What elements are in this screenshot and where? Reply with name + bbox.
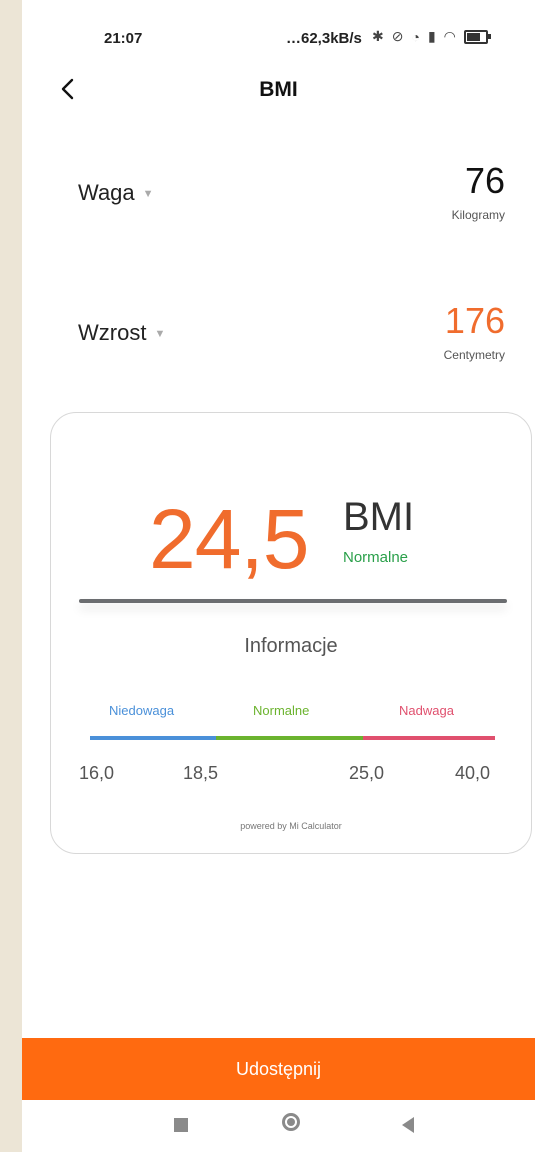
page-title: BMI [259,78,298,101]
scale-segment-overweight [363,736,495,740]
category-underweight: Niedowaga [109,703,175,718]
share-button[interactable]: Udostępnij [22,1038,535,1100]
divider [79,599,507,603]
weight-unit: Kilogramy [451,208,505,222]
network-rate: …62,3kB/s [286,30,362,47]
bmi-scale-bar [90,736,495,740]
home-circle-icon[interactable] [282,1113,300,1131]
status-time: 21:07 [104,30,143,47]
height-row[interactable]: Wzrost ▼ 176 Centymetry [22,292,535,372]
bmi-unit: BMI [343,495,415,539]
height-unit: Centymetry [443,348,505,362]
signal-icon: ▮ [427,28,436,44]
scale-tick: 25,0 [349,763,385,783]
info-title: Informacje [244,635,338,657]
alarm-icon: ◔ [411,28,420,45]
scale-tick: 40,0 [455,763,491,783]
scale-tick: 18,5 [183,763,219,783]
dropdown-caret-icon: ▼ [154,328,166,341]
scale-segment-normal [216,736,363,740]
powered-by: powered by Mi Calculator [240,821,342,831]
recents-square-icon[interactable] [174,1118,188,1132]
weight-value[interactable]: 76 [465,160,505,202]
bmi-result-card: 24,5 BMI Normalne Informacje Niedowaga N… [50,412,532,854]
weight-selector[interactable]: Waga ▼ [78,180,154,206]
weight-label: Waga [78,180,135,205]
bmi-status: Normalne [343,549,409,566]
top-bar: BMI [22,70,535,110]
weight-row[interactable]: Waga ▼ 76 Kilogramy [22,152,535,232]
category-overweight: Nadwaga [399,703,454,718]
category-normal: Normalne [253,703,310,718]
system-nav-bar [22,1100,535,1152]
height-selector[interactable]: Wzrost ▼ [78,320,165,346]
bmi-screen: 21:07 …62,3kB/s ✱ ⊘ ◔ ▮ ◠ BMI Waga ▼ 76 K… [22,0,535,1152]
bluetooth-icon: ✱ [372,28,384,44]
wifi-icon: ◠ [443,28,456,44]
scale-segment-underweight [90,736,216,740]
back-triangle-icon[interactable] [402,1117,414,1133]
mute-icon: ⊘ [391,28,404,44]
dropdown-caret-icon: ▼ [142,188,154,201]
height-value[interactable]: 176 [445,300,505,342]
scale-tick: 16,0 [79,763,115,783]
status-icons: ✱ ⊘ ◔ ▮ ◠ [372,28,491,45]
battery-icon [463,29,491,44]
status-bar: 21:07 …62,3kB/s ✱ ⊘ ◔ ▮ ◠ [22,0,535,72]
height-label: Wzrost [78,320,147,345]
bmi-value: 24,5 [149,492,309,586]
